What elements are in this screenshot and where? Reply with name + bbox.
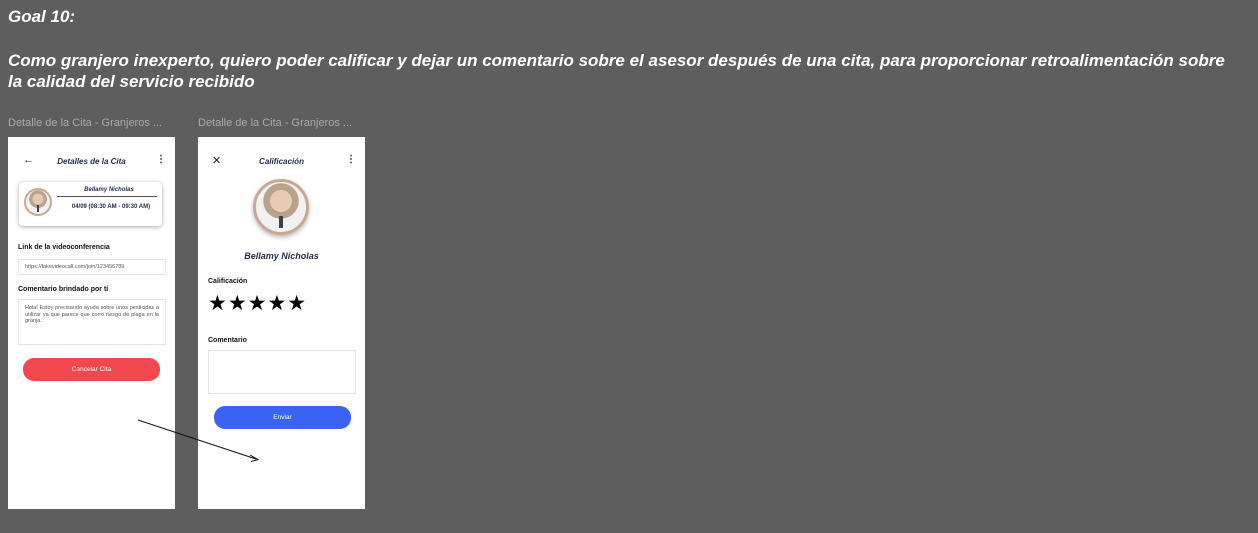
- goal-description: Como granjero inexperto, quiero poder ca…: [8, 51, 1225, 91]
- comment-input[interactable]: [208, 350, 356, 394]
- advisor-avatar: [253, 179, 309, 235]
- page-title: Detalles de la Cita: [57, 157, 126, 166]
- phone-frame-detalle: ← Detalles de la Cita ⋮ Bellamy Nicholas…: [8, 137, 175, 509]
- appointment-time: 04/09 (08:30 AM - 09:30 AM): [71, 204, 151, 210]
- advisor-name: Bellamy Nicholas: [84, 187, 134, 193]
- more-vertical-icon[interactable]: ⋮: [346, 154, 356, 165]
- advisor-name: Bellamy Nicholas: [244, 251, 319, 261]
- app-header: ✕ Calificación ⋮: [198, 137, 365, 183]
- frame-label-calificacion[interactable]: Detalle de la Cita - Granjeros ...: [198, 117, 352, 129]
- cancel-appointment-button[interactable]: Cancelar Cita: [23, 358, 160, 381]
- frame-label-detalle[interactable]: Detalle de la Cita - Granjeros ...: [8, 117, 162, 129]
- comment-field[interactable]: Hola! Estoy precisando ayuda sobre unos …: [18, 299, 166, 345]
- rating-label: Calificación: [208, 278, 248, 285]
- comment-label: Comentario: [208, 337, 247, 344]
- link-label: Link de la videoconferencia: [18, 244, 110, 251]
- comment-label: Comentario brindado por ti: [18, 286, 109, 293]
- page-title: Calificación: [259, 157, 304, 166]
- send-button[interactable]: Enviar: [214, 406, 351, 429]
- video-link-field[interactable]: https://fakevideocall.com/join/123456789: [18, 259, 166, 275]
- phone-frame-calificacion: ✕ Calificación ⋮ Bellamy Nicholas Califi…: [198, 137, 365, 509]
- appointment-card: Bellamy Nicholas 04/09 (08:30 AM - 09:30…: [19, 182, 162, 226]
- goal-title: Goal 10:: [8, 7, 76, 26]
- star-rating[interactable]: ★★★★★: [208, 291, 307, 316]
- app-header: ← Detalles de la Cita ⋮: [8, 137, 175, 183]
- more-vertical-icon[interactable]: ⋮: [156, 154, 166, 165]
- divider: [57, 196, 157, 197]
- advisor-avatar: [24, 188, 52, 216]
